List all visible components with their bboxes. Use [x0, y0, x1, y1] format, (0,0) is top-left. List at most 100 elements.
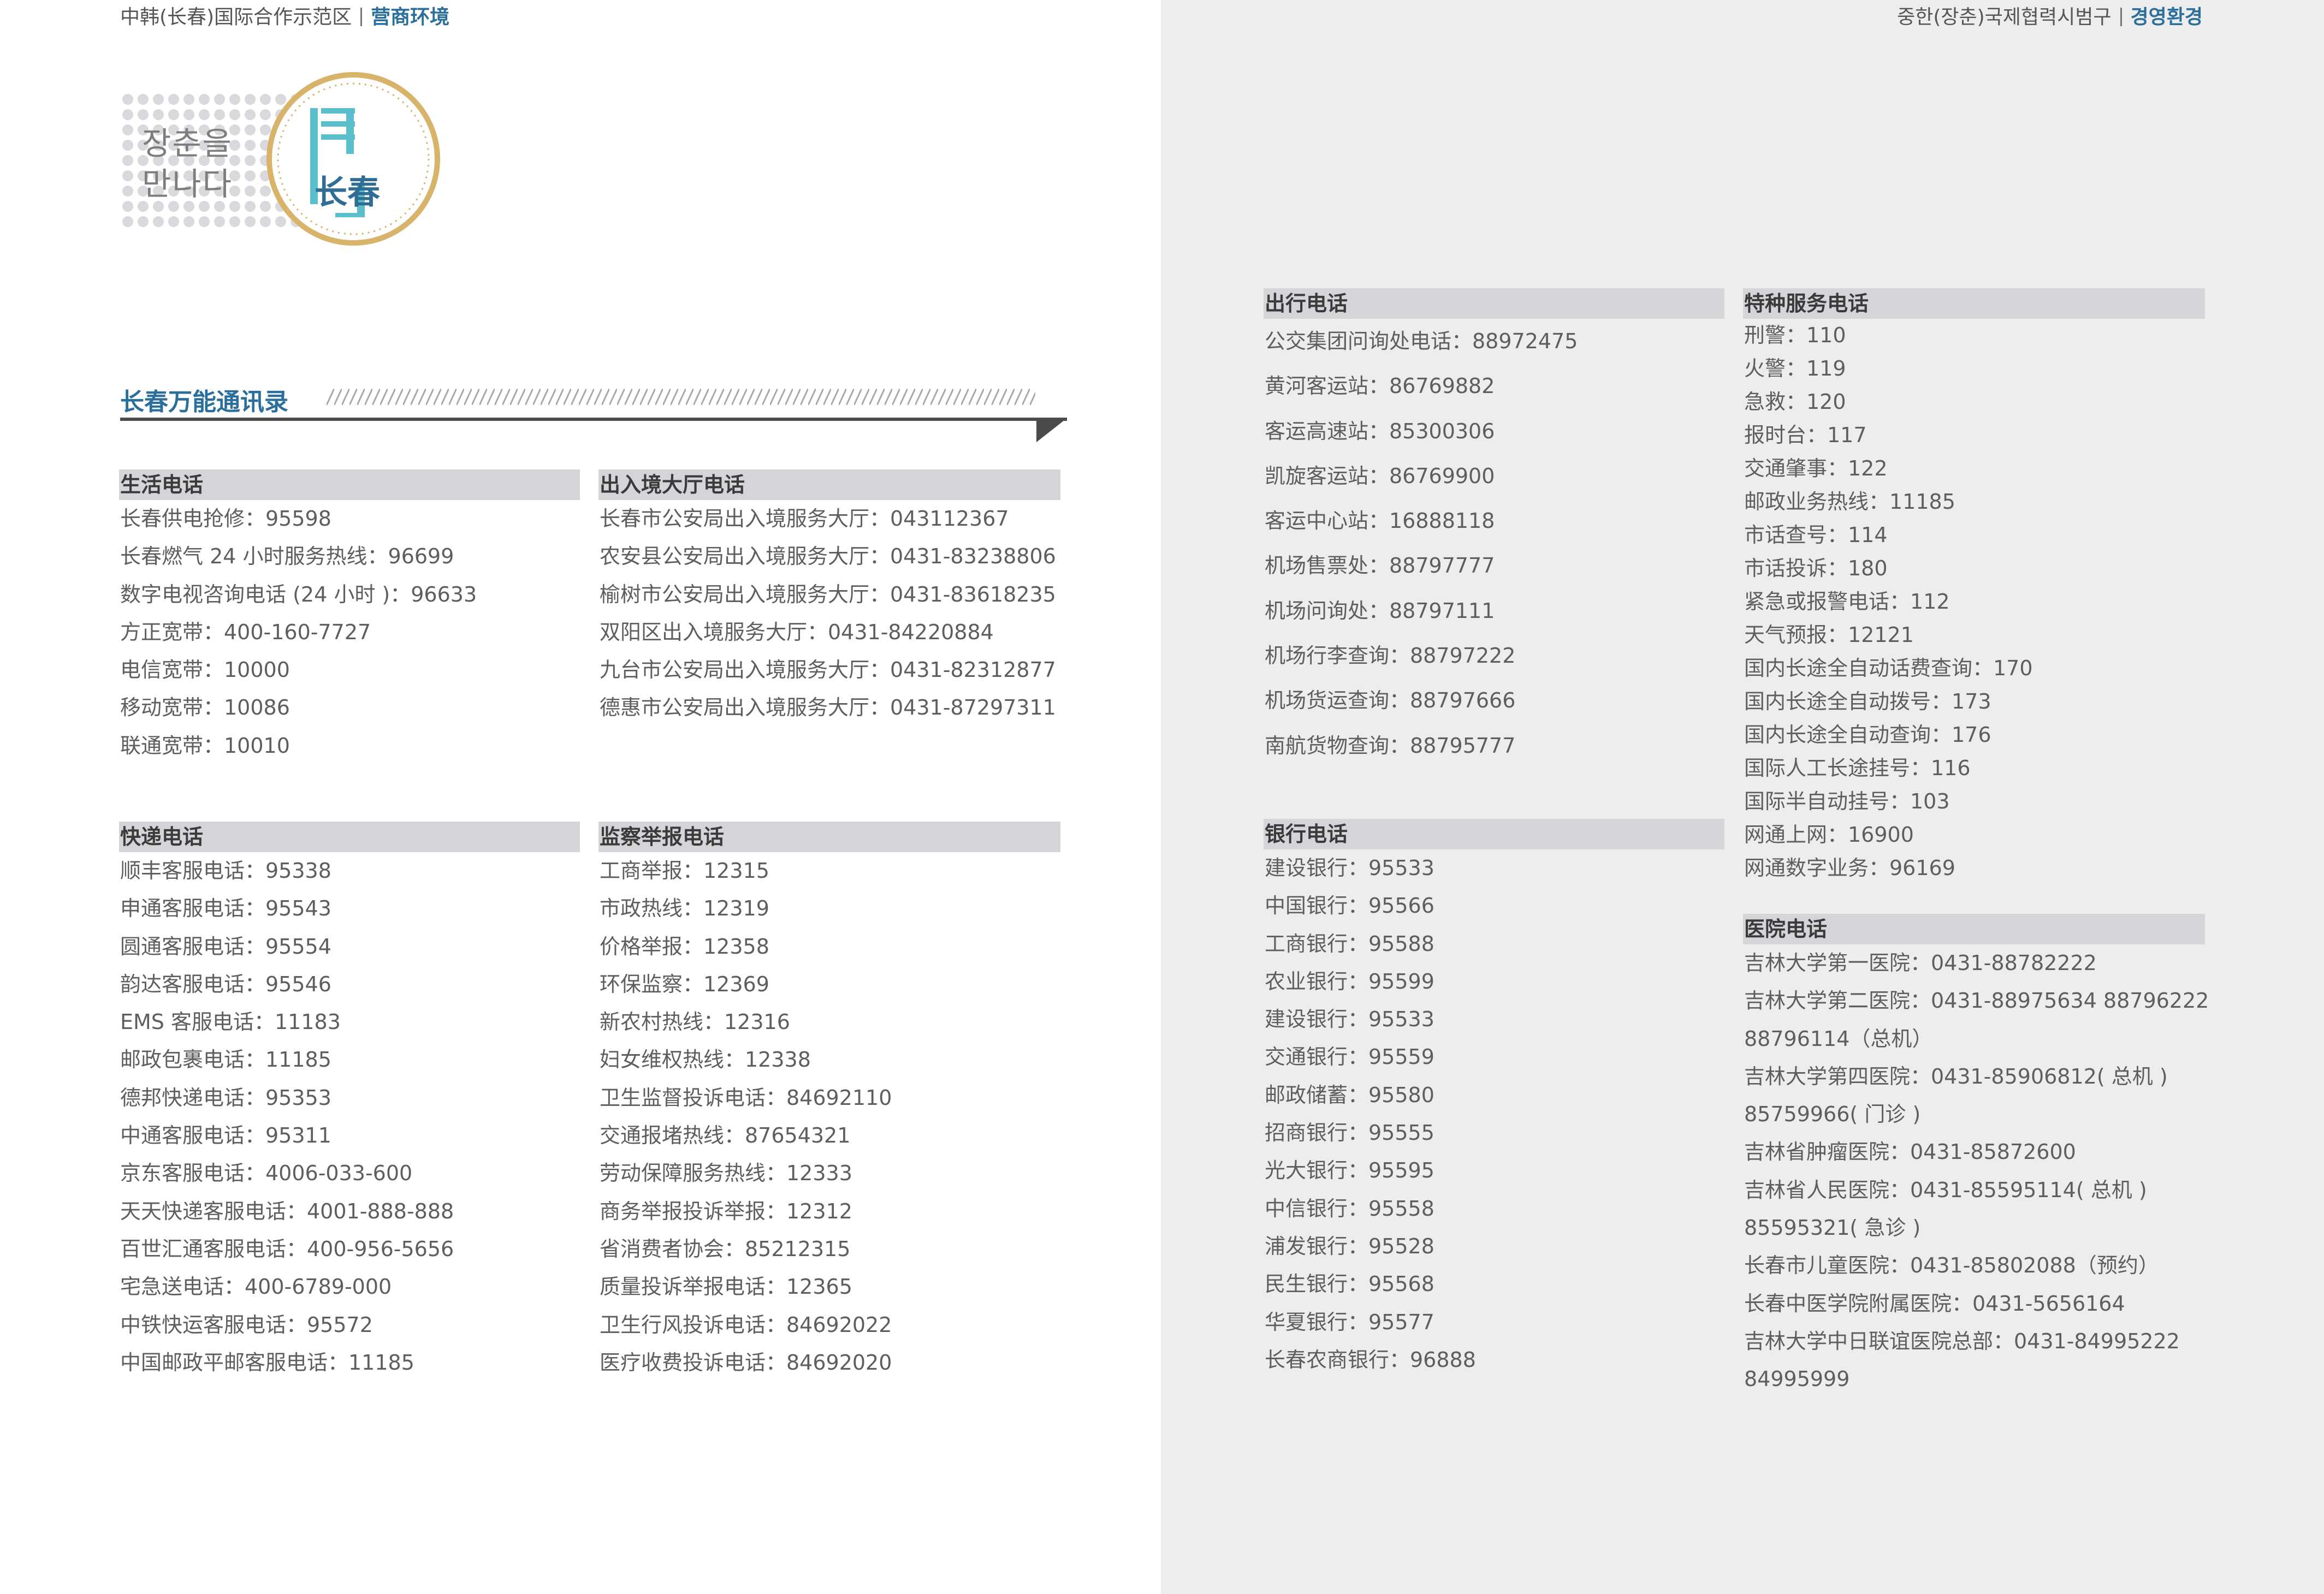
phone-entry: 机场行李查询：88797222	[1265, 644, 1516, 668]
phone-entry: 韵达客服电话：95546	[120, 972, 331, 996]
phone-entry: 中通客服电话：95311	[120, 1123, 331, 1148]
phone-entry: 农安县公安局出入境服务大厅：0431-83238806	[600, 544, 1056, 569]
phone-entry: 邮政储蓄：95580	[1265, 1083, 1434, 1107]
header-section-name: 경영환경	[2130, 6, 2203, 28]
phone-entry: 申通客服电话：95543	[120, 896, 331, 921]
phone-entry: 88796114（总机）	[1744, 1026, 1933, 1051]
phone-entry: 国际人工长途挂号：116	[1744, 756, 1971, 780]
header-divider	[360, 8, 363, 26]
phone-entry: 百世汇通客服电话：400-956-5656	[120, 1236, 454, 1261]
phone-entry: 吉林大学中日联谊医院总部：0431-84995222	[1744, 1329, 2180, 1353]
changchun-logo: 장춘을 만나다 长春	[120, 70, 448, 250]
section-title-bar: 出入境大厅电话	[598, 469, 1060, 500]
section-hospital-phones: 医院电话 吉林大学第一医院：0431-88782222 吉林大学第二医院：0431-…	[1743, 914, 2209, 1399]
phone-entry: 妇女维权热线：12338	[600, 1048, 811, 1072]
title-hatch-decoration	[327, 389, 1035, 405]
section-title-bar: 生活电话	[119, 469, 580, 500]
section-living-phones: 生活电话长春供电抢修：95598 长春燃气 24 小时服务热线：96699 数字电视…	[119, 469, 580, 765]
phone-entry: 网通上网：16900	[1744, 823, 1914, 847]
header-divider	[2120, 8, 2122, 26]
section-supervision-phones: 监察举报电话工商举报：12315 市政热线：12319 价格举报：12358 环保监察…	[598, 822, 1060, 1382]
phone-entry: 建设银行：95533	[1265, 856, 1434, 880]
phone-entry: 长春市儿童医院：0431-85802088（预约）	[1744, 1253, 2159, 1278]
phone-entry: 光大银行：95595	[1265, 1158, 1434, 1183]
phone-entry: 85759966( 门诊 )	[1744, 1102, 1921, 1127]
section-courier-phones: 快递电话 顺丰客服电话：95338 申通客服电话：95543 圆通客服电话：95554…	[119, 822, 580, 1382]
phone-entry: 新农村热线：12316	[600, 1010, 790, 1034]
phone-entry: 机场货运查询：88797666	[1265, 688, 1516, 713]
phone-entry: 环保监察：12369	[600, 972, 769, 996]
phone-entry: 长春供电抢修：95598	[120, 507, 331, 531]
section-travel-phones: 出行电话 公交集团问询处电话：88972475 黄河客运站：86769882 客运高速…	[1264, 288, 1724, 768]
phone-entry: EMS 客服电话：11183	[120, 1010, 341, 1034]
phone-entry: 商务举报投诉举报：12312	[600, 1199, 852, 1223]
phone-entry: 刑警：110	[1744, 323, 1846, 347]
phone-entry: 德邦快递电话：95353	[120, 1085, 331, 1110]
phone-entry: 吉林省人民医院：0431-85595114( 总机 )	[1744, 1177, 2147, 1202]
section-immigration-phones: 出入境大厅电话长春市公安局出入境服务大厅：043112367 农安县公安局出入境服…	[598, 469, 1060, 727]
phone-entry: 火警：119	[1744, 356, 1846, 380]
phone-entry: 方正宽带：400-160-7727	[120, 620, 371, 644]
phone-entry: 医疗收费投诉电话：84692020	[600, 1350, 892, 1375]
phone-entry: 劳动保障服务热线：12333	[600, 1161, 852, 1186]
phone-entry: 民生银行：95568	[1265, 1272, 1434, 1296]
title-corner-triangle	[1036, 418, 1067, 442]
header-org-name: 중한(장춘)국제협력시범구	[1897, 6, 2112, 28]
logo-korean-text: 장춘을 만나다	[142, 123, 233, 204]
phone-entry: 中铁快运客服电话：95572	[120, 1312, 373, 1337]
phone-entry: 工商银行：95588	[1265, 931, 1434, 956]
phone-entry: 急救：120	[1744, 390, 1846, 414]
phone-entry: 中国银行：95566	[1265, 894, 1434, 918]
phone-entry: 公交集团问询处电话：88972475	[1265, 329, 1578, 353]
phone-entry: 中国邮政平邮客服电话：11185	[120, 1350, 414, 1375]
phone-entry: 交通银行：95559	[1265, 1045, 1434, 1069]
phone-entry: 宅急送电话：400-6789-000	[120, 1275, 392, 1299]
phone-entry: 国际半自动挂号：103	[1744, 789, 1950, 813]
phone-entry: 价格举报：12358	[600, 934, 769, 959]
phone-entry: 工商举报：12315	[600, 859, 769, 883]
phone-entry: 邮政包裹电话：11185	[120, 1048, 331, 1072]
phone-entry: 移动宽带：10086	[120, 695, 290, 720]
section-title-bar: 快递电话	[119, 822, 580, 852]
right-running-header: 중한(장춘)국제협력시범구 경영환경	[1897, 5, 2203, 29]
logo-korean-line: 장춘을	[142, 125, 233, 162]
phone-entry: 浦发银行：95528	[1265, 1234, 1434, 1258]
phone-entry: 质量投诉举报电话：12365	[600, 1275, 852, 1299]
logo-chinese-text: 长春	[315, 174, 380, 212]
left-running-header: 中韩(长春)国际合作示范区 营商环境	[120, 5, 449, 29]
logo-korean-line: 만나다	[142, 165, 233, 203]
phone-entry: 德惠市公安局出入境服务大厅：0431-87297311	[600, 695, 1056, 720]
phone-entry: 农业银行：95599	[1265, 969, 1434, 994]
phone-entry: 84995999	[1744, 1367, 1850, 1391]
phone-entry: 南航货物查询：88795777	[1265, 733, 1516, 758]
phone-entry: 长春市公安局出入境服务大厅：043112367	[600, 507, 1009, 531]
phone-entry: 卫生监督投诉电话：84692110	[600, 1085, 892, 1110]
phone-entry: 长春农商银行：96888	[1265, 1347, 1476, 1372]
phone-entry: 双阳区出入境服务大厅：0431-84220884	[600, 620, 994, 644]
phone-entry: 紧急或报警电话：112	[1744, 590, 1950, 614]
phone-entry: 市话投诉：180	[1744, 556, 1888, 580]
phone-entry: 市话查号：114	[1744, 523, 1888, 547]
phone-entry: 客运中心站：16888118	[1265, 509, 1495, 533]
phone-entry: 报时台：117	[1744, 423, 1867, 447]
section-title-bar: 出行电话	[1264, 288, 1724, 319]
phone-entry: 数字电视咨询电话 (24 小时 )：96633	[120, 582, 477, 606]
phone-entry: 凯旋客运站：86769900	[1265, 463, 1495, 488]
phone-entry: 京东客服电话：4006-033-600	[120, 1161, 413, 1186]
section-title-bar: 特种服务电话	[1743, 288, 2205, 319]
phone-entry: 交通报堵热线：87654321	[600, 1123, 851, 1148]
phone-entry: 85595321( 急诊 )	[1744, 1216, 1921, 1240]
section-title-bar: 监察举报电话	[598, 822, 1060, 852]
directory-title: 长春万能通讯录	[120, 388, 288, 416]
phone-entry: 联通宽带：10010	[120, 733, 290, 758]
phone-entry: 客运高速站：85300306	[1265, 419, 1495, 443]
section-title-bar: 银行电话	[1264, 819, 1724, 849]
phone-entry: 市政热线：12319	[600, 896, 769, 921]
phone-entry: 榆树市公安局出入境服务大厅：0431-83618235	[600, 582, 1056, 606]
phone-entry: 邮政业务热线：11185	[1744, 490, 1955, 514]
title-underline	[120, 418, 1067, 421]
phone-entry: 圆通客服电话：95554	[120, 934, 331, 959]
phone-entry: 长春燃气 24 小时服务热线：96699	[120, 544, 454, 569]
phone-entry: 电信宽带：10000	[120, 658, 290, 682]
phone-entry: 九台市公安局出入境服务大厅：0431-82312877	[600, 658, 1056, 682]
